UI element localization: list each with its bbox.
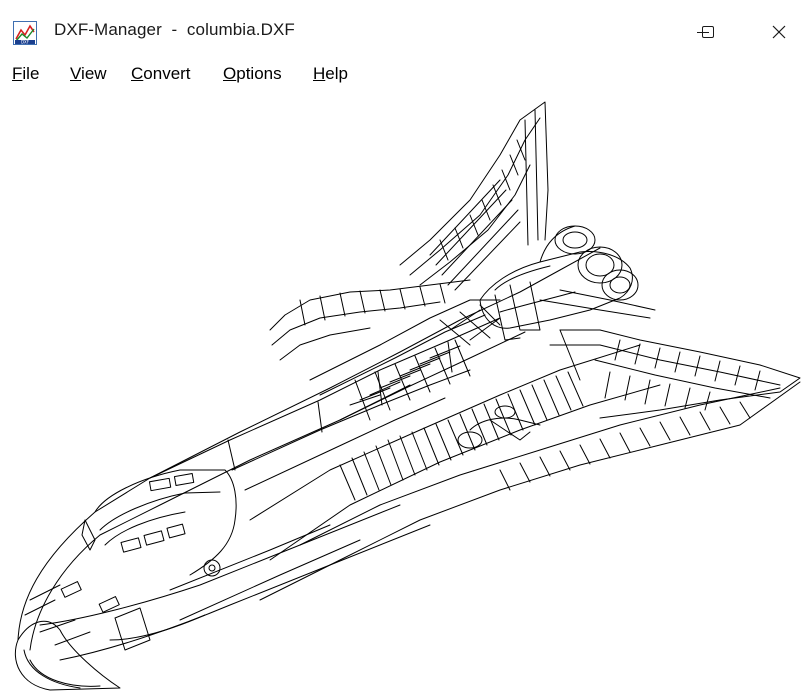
- engine-nozzle-3: [554, 225, 596, 255]
- oms-pod: [479, 251, 633, 329]
- dxf-manager-app-icon: DXF: [13, 21, 37, 45]
- close-button[interactable]: [756, 8, 802, 56]
- right-wing-ribs: [604, 339, 761, 411]
- fuselage-top-outline: [17, 247, 601, 641]
- nose-cap: [14, 620, 121, 691]
- menu-options[interactable]: Options: [223, 64, 282, 84]
- fuselage-ribs: [339, 371, 584, 501]
- menu-view[interactable]: View: [70, 64, 107, 84]
- cockpit-window-3: [166, 523, 186, 539]
- left-wing-outline: [269, 279, 471, 331]
- menu-bar: File View Convert Options Help: [0, 63, 806, 91]
- dxf-manager-window: DXF DXF-Manager - columbia.DXF File View…: [0, 0, 806, 693]
- aft-fitting: [457, 431, 483, 449]
- drawing-canvas[interactable]: [0, 90, 806, 693]
- window-title: DXF-Manager - columbia.DXF: [54, 20, 295, 39]
- menu-convert[interactable]: Convert: [131, 64, 191, 84]
- svg-text:DXF: DXF: [21, 39, 30, 44]
- menu-file[interactable]: File: [12, 64, 39, 84]
- cockpit-outline: [94, 469, 237, 576]
- shuttle-wireframe: [14, 101, 801, 691]
- engine-nozzle-2: [601, 269, 639, 301]
- tail-fin-grid: [429, 139, 526, 291]
- maximize-button-area[interactable]: [685, 8, 731, 56]
- payload-bay-lattice: [349, 304, 501, 421]
- close-icon: [772, 25, 786, 39]
- cockpit-window-2: [143, 530, 165, 546]
- maximize-icon: [702, 26, 714, 38]
- cockpit-window-1: [120, 537, 142, 553]
- menu-help[interactable]: Help: [313, 64, 348, 84]
- wing-underside-ribs: [499, 401, 751, 491]
- title-bar[interactable]: DXF DXF-Manager - columbia.DXF: [0, 0, 806, 63]
